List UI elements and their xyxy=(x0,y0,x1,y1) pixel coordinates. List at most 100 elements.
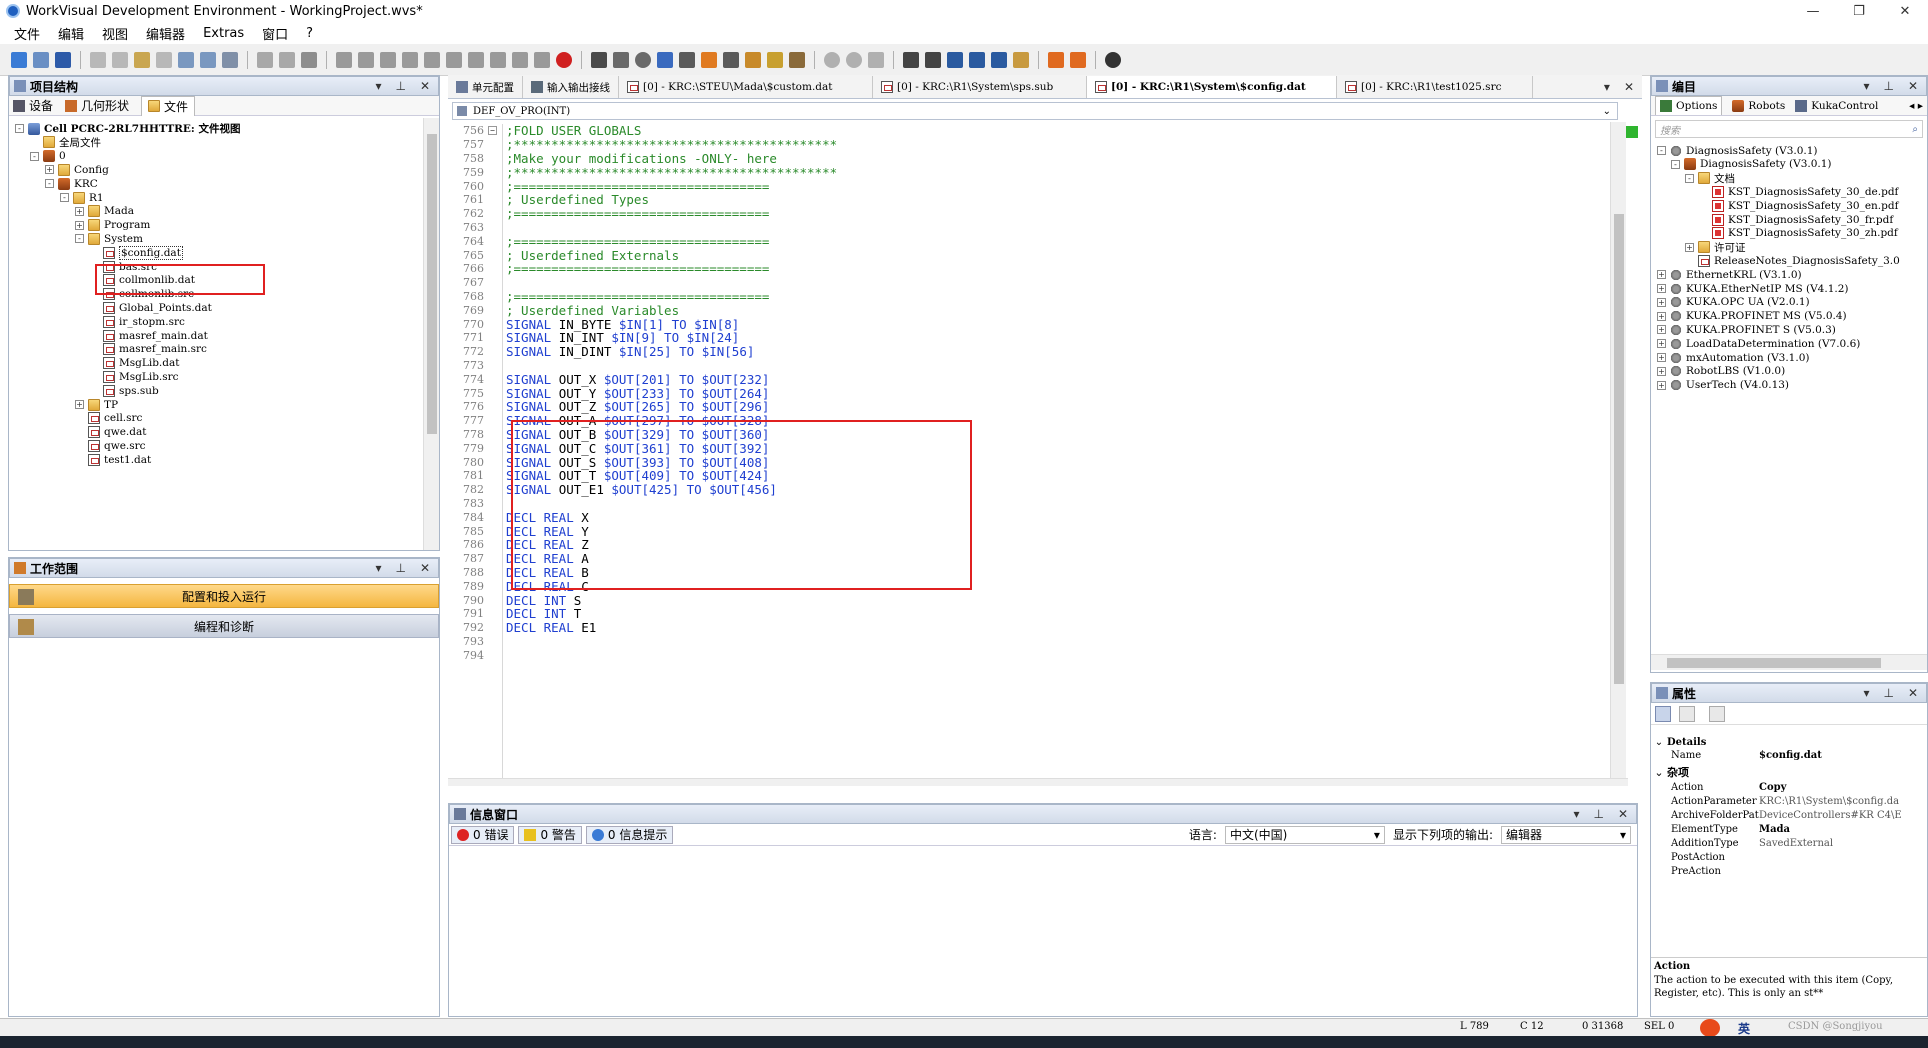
code-line[interactable]: 778 SIGNAL OUT_B $OUT[329] TO $OUT[360] xyxy=(448,427,769,442)
search-icon[interactable] xyxy=(446,51,462,68)
paste-icon[interactable] xyxy=(134,51,150,68)
package-icon[interactable] xyxy=(789,51,805,68)
code-line[interactable]: 777 SIGNAL OUT_A $OUT[297] TO $OUT[328] xyxy=(448,413,769,428)
tab-kukacontrol[interactable]: KukaControl xyxy=(1795,99,1878,112)
expand-icon[interactable]: + xyxy=(1657,366,1666,376)
install-icon[interactable] xyxy=(1070,51,1086,68)
close-panel-icon[interactable]: ✕ xyxy=(420,561,430,575)
undo-icon[interactable] xyxy=(257,51,273,68)
catalog-hscroll[interactable] xyxy=(1651,654,1927,670)
code-line[interactable]: 775 SIGNAL OUT_Y $OUT[233] TO $OUT[264] xyxy=(448,386,769,401)
panel-menu-icon[interactable]: ▾ xyxy=(1863,686,1869,700)
code-line[interactable]: 780 SIGNAL OUT_S $OUT[393] TO $OUT[408] xyxy=(448,455,769,470)
code-line[interactable]: 774 SIGNAL OUT_X $OUT[201] TO $OUT[232] xyxy=(448,372,769,387)
tab-io-wiring[interactable]: 输入输出接线 xyxy=(523,76,619,98)
code-line[interactable]: 787 DECL REAL A xyxy=(448,551,589,566)
property-row[interactable]: PreAction xyxy=(1651,866,1759,880)
tab-list-icon[interactable]: ▾ xyxy=(1604,80,1610,94)
code-line[interactable]: 765 ; Userdefined Externals xyxy=(448,248,679,263)
menu-edit[interactable]: 编辑 xyxy=(58,24,84,43)
code-line[interactable]: 790 DECL INT S xyxy=(448,593,581,608)
open-icon[interactable] xyxy=(33,51,49,68)
code-line[interactable]: 766 ;================================== xyxy=(448,261,769,276)
network-icon[interactable] xyxy=(657,51,673,68)
close-window-button[interactable]: ✕ xyxy=(1882,0,1928,22)
property-row[interactable]: Action Copy xyxy=(1651,782,1786,796)
disconnect-icon[interactable] xyxy=(846,51,862,68)
zoom-in-icon[interactable] xyxy=(969,51,985,68)
search-icon[interactable]: ⌕ xyxy=(1912,124,1922,135)
new-icon[interactable] xyxy=(11,51,27,68)
property-pages-icon[interactable] xyxy=(1709,705,1725,722)
code-line[interactable]: 776 SIGNAL OUT_Z $OUT[265] TO $OUT[296] xyxy=(448,399,769,414)
tab-sps-sub[interactable]: [0] - KRC:\R1\System\sps.sub xyxy=(873,76,1087,98)
tab-devices[interactable]: 设备 xyxy=(13,97,53,114)
menu-window[interactable]: 窗口 xyxy=(262,24,288,43)
close-tab-icon[interactable]: ✕ xyxy=(1624,80,1634,94)
expand-icon[interactable]: + xyxy=(1657,270,1666,280)
tab-config-dat[interactable]: [0] - KRC:\R1\System\$config.dat xyxy=(1087,76,1337,98)
tab-geometry[interactable]: 几何形状 xyxy=(65,97,129,114)
collapse-icon[interactable]: - xyxy=(1657,146,1666,155)
scroll-thumb[interactable] xyxy=(1614,214,1624,684)
expand-icon[interactable]: + xyxy=(1657,380,1666,390)
cut-icon[interactable] xyxy=(90,51,106,68)
collapse-icon[interactable]: - xyxy=(45,179,54,189)
menu-editor[interactable]: 编辑器 xyxy=(146,24,185,43)
scroll-thumb[interactable] xyxy=(427,134,437,434)
property-row[interactable]: ArchiveFolderPat DeviceControllers#KR C4\… xyxy=(1651,810,1902,824)
close-panel-icon[interactable]: ✕ xyxy=(1618,807,1628,821)
code-line[interactable]: 757 ;************************************… xyxy=(448,137,837,152)
expand-icon[interactable]: + xyxy=(75,220,84,230)
panel-menu-icon[interactable]: ▾ xyxy=(375,561,381,575)
errors-filter-button[interactable]: 0 错误 xyxy=(451,825,515,844)
tab-files[interactable]: 文件 xyxy=(141,95,196,116)
stop-icon[interactable] xyxy=(402,51,418,68)
wrench-icon[interactable] xyxy=(723,51,739,68)
group-details[interactable]: ⌄ Details xyxy=(1651,735,1927,749)
expand-icon[interactable]: + xyxy=(75,206,84,216)
close-panel-icon[interactable]: ✕ xyxy=(1908,686,1918,700)
pin-icon[interactable]: ⊥ xyxy=(1883,686,1893,700)
code-line[interactable]: 788 DECL REAL B xyxy=(448,565,589,580)
edit-icon[interactable] xyxy=(745,51,761,68)
close-panel-icon[interactable]: ✕ xyxy=(1908,79,1918,93)
collapse-icon[interactable]: - xyxy=(75,234,84,244)
code-line[interactable]: 789 DECL REAL C xyxy=(448,579,589,594)
align-center-icon[interactable] xyxy=(925,51,941,68)
tools-icon[interactable] xyxy=(468,51,484,68)
expand-icon[interactable]: + xyxy=(1657,353,1666,362)
code-line[interactable]: 764 ;================================== xyxy=(448,234,769,249)
code-line[interactable]: 781 SIGNAL OUT_T $OUT[409] TO $OUT[424] xyxy=(448,468,769,483)
code-line[interactable]: 762 ;================================== xyxy=(448,206,769,221)
expand-icon[interactable]: + xyxy=(1685,242,1694,252)
collapse-icon[interactable]: - xyxy=(60,193,69,202)
tab-test1025-src[interactable]: [0] - KRC:\R1\test1025.src xyxy=(1337,76,1533,98)
help-icon[interactable] xyxy=(1105,51,1121,68)
fold-icon[interactable]: − xyxy=(488,126,497,136)
pin-icon[interactable]: ⊥ xyxy=(395,79,405,93)
tab-robots[interactable]: Robots xyxy=(1732,99,1785,112)
config-commissioning-button[interactable]: 配置和投入运行 xyxy=(9,584,439,608)
code-line[interactable]: 756− ;FOLD USER GLOBALS xyxy=(448,123,641,138)
menu-view[interactable]: 视图 xyxy=(102,24,128,43)
property-row[interactable]: ElementType Mada xyxy=(1651,824,1790,838)
code-line[interactable]: 758 ;Make your modifications -ONLY- here xyxy=(448,151,777,166)
expand-icon[interactable]: + xyxy=(75,400,84,409)
close-panel-icon[interactable]: ✕ xyxy=(420,79,430,93)
record-icon[interactable] xyxy=(556,51,572,68)
code-line[interactable]: 783 xyxy=(448,497,484,511)
copy-icon[interactable] xyxy=(112,51,128,68)
expand-icon[interactable]: + xyxy=(45,165,54,175)
code-line[interactable]: 794 xyxy=(448,648,484,662)
panel-menu-icon[interactable]: ▾ xyxy=(1863,79,1869,93)
property-row[interactable]: ActionParameter KRC:\R1\System\$config.da xyxy=(1651,796,1899,810)
code-line[interactable]: 772 SIGNAL IN_DINT $IN[25] TO $IN[56] xyxy=(448,344,754,359)
programming-diagnosis-button[interactable]: 编程和诊断 xyxy=(9,614,439,638)
pause-icon[interactable] xyxy=(380,51,396,68)
infos-filter-button[interactable]: 0 信息提示 xyxy=(585,825,674,844)
doc-icon[interactable] xyxy=(490,51,506,68)
step-icon[interactable] xyxy=(424,51,440,68)
export-icon[interactable] xyxy=(200,51,216,68)
ime-mode[interactable]: 英 xyxy=(1738,1020,1750,1037)
